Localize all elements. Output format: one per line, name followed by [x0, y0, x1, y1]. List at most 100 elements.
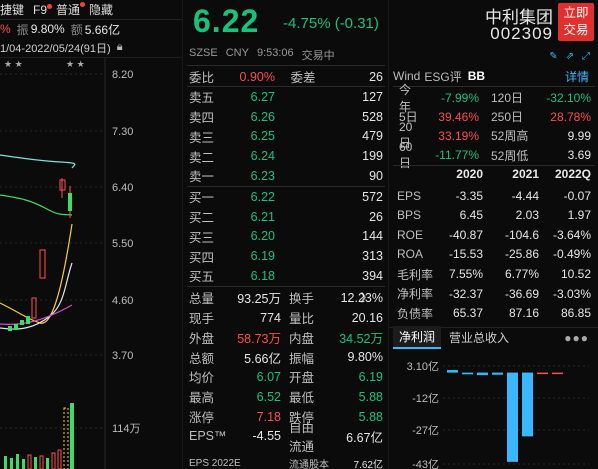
fin-value: 87.16	[508, 306, 539, 321]
fin-label: 净利率	[397, 287, 434, 302]
stat-label: 总量	[189, 292, 215, 307]
y-tick-label: -27亿	[412, 424, 439, 437]
profit-bar	[507, 372, 518, 462]
financial-row: BPS 6.45 2.03 1.97	[389, 206, 598, 225]
fin-value: -25.86	[504, 247, 539, 262]
stat-value: 774	[260, 310, 281, 325]
panel-icons: ✎ ⇗ ⤢	[549, 51, 590, 62]
amplitude-label: 振	[16, 22, 29, 37]
bid-volume: 394	[362, 268, 383, 283]
bid-price: 6.20	[250, 229, 275, 244]
stats-row: 外盘 58.73万 内盘 34.52万	[183, 328, 389, 348]
profit-bar	[462, 372, 473, 375]
performance-row: 今年 -7.99% 120日 -32.10%	[389, 83, 598, 114]
market-code: SZSE	[189, 47, 218, 59]
tab-normal[interactable]: 普通	[56, 1, 86, 18]
ask-volume: 199	[362, 149, 383, 164]
ask-level-label: 卖三	[189, 130, 215, 145]
price-axis: 8.20 7.30 6.40 5.50 4.60 3.70 114万	[112, 69, 141, 435]
tab-net-profit[interactable]: 净利润	[393, 326, 442, 349]
perf-value: 39.46%	[438, 109, 479, 124]
kline-panel[interactable]: 捷键 F9 普通 隐藏 % 振 9.80% 额 5.66亿 1/04-2022/05…	[0, 0, 182, 469]
ask-level-label: 卖四	[189, 111, 215, 126]
link-icon[interactable]: ⇗	[566, 51, 574, 62]
ask-price: 6.26	[250, 109, 275, 124]
trade-now-button[interactable]: 立即交易	[558, 3, 594, 41]
divider	[393, 86, 595, 87]
lock-icon[interactable]: 🔒︎	[117, 41, 123, 54]
ask-row: 卖四 6.26 528	[183, 107, 389, 127]
stats-row: EPS™ -4.55 自由流通 6.67亿	[183, 421, 389, 454]
kline-chart[interactable]: ★ ★ ★ ★ 8.20 7.30 6.40 5.50 4.60 3.70 11…	[0, 58, 182, 469]
perf-value: 28.78%	[550, 109, 591, 124]
year-header: 2021	[512, 167, 539, 181]
stat-value: 6.19	[358, 369, 383, 384]
ask-price: 6.27	[250, 89, 275, 104]
perf-value: 33.19%	[438, 128, 479, 143]
ask-volume: 90	[369, 168, 383, 183]
bid-row: 买一 6.22 572	[183, 187, 389, 207]
quote-panel: 6.22 -4.75% (-0.31) SZSE CNY 9:53:06 交易中…	[182, 0, 388, 469]
last-price: 6.22	[193, 3, 260, 39]
star-marks: ★ ★	[4, 59, 23, 69]
divider	[393, 165, 595, 166]
bid-volume: 144	[362, 229, 383, 244]
stat-label: 均价	[189, 371, 215, 386]
stats-row: 总额 5.66亿 振幅 9.80%	[183, 347, 389, 367]
tab-shortcut[interactable]: 捷键	[0, 1, 24, 18]
price-tick: 8.20	[112, 69, 133, 81]
fin-value: 86.85	[560, 306, 591, 321]
net-profit-chart: 3.10亿 -12亿 -27亿 -43亿	[407, 360, 589, 469]
year-header: 2020	[456, 167, 483, 181]
detail-link[interactable]: 详情	[565, 68, 589, 85]
tab-bb[interactable]: BB	[468, 69, 485, 83]
stat-label: 开盘	[289, 371, 315, 386]
ask-price: 6.24	[250, 149, 275, 164]
expand-icon[interactable]: ⤢	[582, 51, 590, 62]
stat-label: 外盘	[189, 331, 215, 346]
tab-esg[interactable]: ESG评	[424, 68, 461, 85]
currency: CNY	[225, 47, 249, 59]
stat-value: 5.88	[358, 409, 383, 424]
stat-value: 9.80%	[347, 350, 383, 365]
tab-f9[interactable]: F9	[33, 3, 53, 17]
perf-value: -7.99%	[440, 90, 479, 105]
perf-value: 3.69	[567, 148, 591, 163]
bid-row: 买五 6.18 394	[183, 266, 389, 286]
more-options-icon[interactable]: ●●●	[564, 331, 589, 345]
fin-value: -0.07	[563, 188, 591, 203]
fin-value: 65.37	[452, 306, 483, 321]
quote-time: 9:53:06	[256, 47, 294, 59]
ask-volume: 127	[362, 89, 383, 104]
tab-hide[interactable]: 隐藏	[89, 1, 113, 18]
price-tick: 4.60	[112, 295, 133, 307]
ask-volume: 479	[362, 129, 383, 144]
bid-price: 6.18	[250, 268, 275, 283]
y-tick-label: -12亿	[412, 392, 439, 405]
perf-label: 52周低	[491, 148, 529, 163]
profit-bar	[492, 372, 503, 375]
profit-bar	[522, 372, 533, 437]
ask-volume: 528	[362, 109, 383, 124]
fin-value: -40.87	[448, 227, 483, 242]
stat-value: 34.52万	[339, 331, 383, 346]
tab-revenue[interactable]: 营业总收入	[441, 327, 517, 348]
stat-label: EPS™	[189, 429, 227, 444]
price-change: -4.75% (-0.31)	[283, 15, 379, 32]
ask-price: 6.23	[250, 168, 275, 183]
fin-value: -3.64%	[552, 227, 591, 242]
period-text: 1/04-2022/05/24(91日)	[0, 42, 111, 55]
weibi-row: 委比 0.90% 委差 26	[183, 67, 389, 87]
tab-normal-label: 普通	[56, 3, 81, 17]
stat-value: 7.18	[256, 409, 281, 424]
edit-icon[interactable]: ✎	[549, 51, 557, 62]
divider	[187, 286, 385, 287]
ask-level-label: 卖一	[189, 170, 215, 185]
stat-value: 58.73万	[237, 331, 281, 346]
stat-value: 6.67亿	[346, 430, 383, 445]
stat-label: 流通股本	[289, 459, 329, 469]
bid-price: 6.22	[250, 189, 275, 204]
price-tick: 6.40	[112, 182, 133, 194]
volume-bars	[4, 403, 74, 469]
stat-label: 自由流通	[289, 421, 315, 455]
